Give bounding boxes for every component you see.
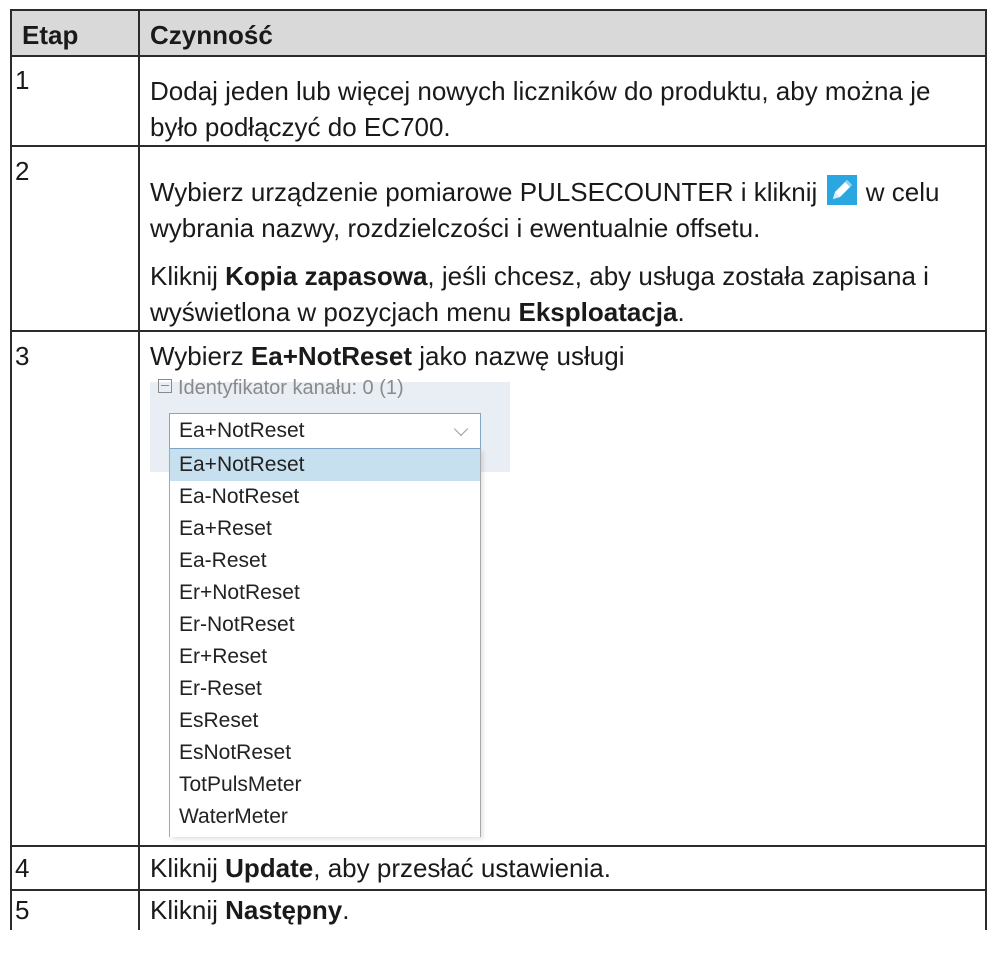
step-action: Dodaj jeden lub więcej nowych liczników …: [138, 55, 987, 147]
collapse-icon[interactable]: [158, 379, 172, 393]
channel-id-label: Identyfikator kanału: 0 (1): [158, 376, 404, 400]
action-text: Kliknij: [150, 895, 226, 925]
action-paragraph: Kliknij Kopia zapasowa, jeśli chcesz, ab…: [150, 258, 975, 330]
action-text: Wybierz urządzenie pomiarowe PULSECOUNTE…: [150, 177, 825, 207]
dropdown-option[interactable]: Er+Reset: [170, 641, 480, 673]
step-action: Kliknij Następny.: [138, 889, 987, 930]
step-number: 4: [10, 845, 140, 891]
step-action: Wybierz Ea+NotReset jako nazwę usługi Id…: [138, 330, 987, 847]
dropdown-option[interactable]: Ea-Reset: [170, 545, 480, 577]
step-number: 2: [10, 145, 140, 332]
dropdown-option[interactable]: TotPulsMeter: [170, 769, 480, 801]
next-term: Następny: [225, 895, 343, 925]
dropdown-screenshot: Identyfikator kanału: 0 (1) Ea+NotReset …: [150, 377, 510, 842]
dropdown-option[interactable]: WaterMeter: [170, 801, 480, 833]
operation-term: Eksploatacja: [518, 297, 678, 327]
action-text: Wybierz: [150, 341, 251, 371]
dropdown-options-list: Ea+NotReset Ea-NotReset Ea+Reset Ea-Rese…: [169, 449, 481, 837]
table-row: 1 Dodaj jeden lub więcej nowych licznikó…: [10, 55, 987, 147]
dropdown-option[interactable]: Ea-NotReset: [170, 481, 480, 513]
table-row: 4 Kliknij Update, aby przesłać ustawieni…: [10, 845, 987, 891]
dropdown-option[interactable]: Ea+NotReset: [170, 449, 480, 481]
action-paragraph: Wybierz urządzenie pomiarowe PULSECOUNTE…: [150, 174, 975, 246]
dropdown-option[interactable]: Er-NotReset: [170, 609, 480, 641]
table-row: 3 Wybierz Ea+NotReset jako nazwę usługi …: [10, 330, 987, 847]
table-row: 2 Wybierz urządzenie pomiarowe PULSECOUN…: [10, 145, 987, 332]
step-number: 1: [10, 55, 140, 147]
step-number: 5: [10, 889, 140, 930]
dropdown-option[interactable]: EsNotReset: [170, 737, 480, 769]
select-value: Ea+NotReset: [179, 419, 305, 442]
header-action: Czynność: [138, 9, 987, 57]
service-name-select[interactable]: Ea+NotReset: [169, 413, 481, 449]
action-paragraph: Wybierz Ea+NotReset jako nazwę usługi: [150, 338, 975, 374]
dropdown-option[interactable]: EsReset: [170, 705, 480, 737]
update-term: Update: [225, 853, 314, 883]
action-text: , aby przesłać ustawienia.: [313, 853, 611, 883]
table-row: 5 Kliknij Następny.: [10, 889, 987, 930]
action-text: .: [677, 297, 685, 327]
dropdown-option[interactable]: Ea+Reset: [170, 513, 480, 545]
action-text: Kliknij: [150, 853, 226, 883]
step-action: Wybierz urządzenie pomiarowe PULSECOUNTE…: [138, 145, 987, 332]
header-step: Etap: [10, 9, 140, 57]
backup-term: Kopia zapasowa: [225, 261, 428, 291]
service-name-term: Ea+NotReset: [250, 341, 413, 371]
channel-id-text: Identyfikator kanału: 0 (1): [178, 377, 404, 399]
table-header-row: Etap Czynność: [10, 9, 987, 57]
dropdown-option[interactable]: Er+NotReset: [170, 577, 480, 609]
dropdown-option[interactable]: Er-Reset: [170, 673, 480, 705]
step-number: 3: [10, 330, 140, 847]
step-action: Kliknij Update, aby przesłać ustawienia.: [138, 845, 987, 891]
action-text: .: [342, 895, 350, 925]
steps-table: Etap Czynność 1 Dodaj jeden lub więcej n…: [10, 9, 987, 930]
action-text: Kliknij: [150, 261, 226, 291]
action-text: Dodaj jeden lub więcej nowych liczników …: [150, 76, 931, 142]
action-text: jako nazwę usługi: [412, 341, 625, 371]
chevron-down-icon: [453, 421, 469, 437]
pencil-edit-icon: [826, 175, 857, 205]
